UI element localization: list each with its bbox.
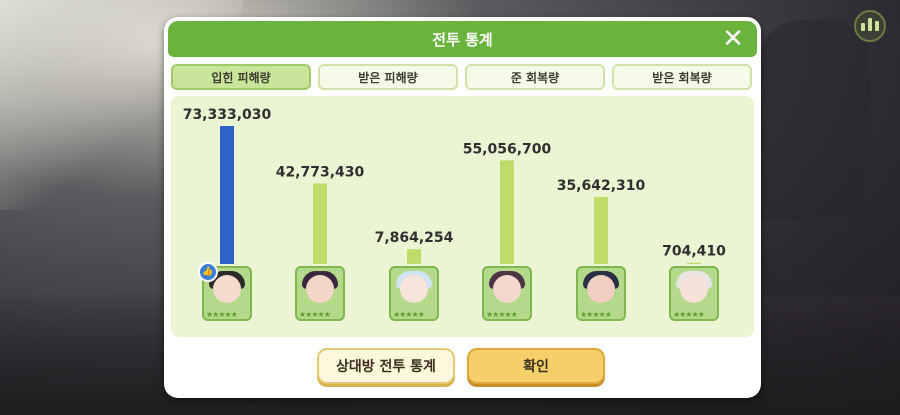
portrait-face <box>400 275 428 303</box>
chart-area: 73,333,030 42,773,430 7,864,254 55,056,700 3… <box>171 96 754 337</box>
character-portrait[interactable]: ★★★★★ <box>576 266 626 321</box>
tab-healing-done[interactable]: 준 회복량 <box>465 64 605 90</box>
battle-stats-panel: 전투 통계 ✕ 입힌 피해량 받은 피해량 준 회복량 받은 회복량 73,33… <box>164 17 761 398</box>
panel-title: 전투 통계 <box>432 30 493 49</box>
portrait-face <box>680 275 708 303</box>
panel-header: 전투 통계 ✕ <box>168 21 757 57</box>
tab-damage-dealt[interactable]: 입힌 피해량 <box>171 64 311 90</box>
bar-chart-icon-bar <box>868 18 872 31</box>
value-label-1: 73,333,030 <box>183 107 272 123</box>
portrait-face <box>306 275 334 303</box>
star-rating: ★★★★★ <box>673 310 705 319</box>
value-label-4: 55,056,700 <box>463 141 552 157</box>
bar-2 <box>313 183 327 264</box>
bar-chart-icon <box>861 23 865 31</box>
confirm-button[interactable]: 확인 <box>467 348 605 384</box>
background-pillar <box>760 20 870 220</box>
stats-button[interactable] <box>854 10 886 42</box>
character-portrait[interactable]: ★★★★★ <box>482 266 532 321</box>
portrait-face <box>587 275 615 303</box>
tab-healing-received[interactable]: 받은 회복량 <box>612 64 752 90</box>
like-icon: 👍 <box>198 262 218 282</box>
bar-5 <box>594 196 608 264</box>
star-rating: ★★★★★ <box>206 310 238 319</box>
star-rating: ★★★★★ <box>580 310 612 319</box>
star-rating: ★★★★★ <box>299 310 331 319</box>
tab-bar: 입힌 피해량 받은 피해량 준 회복량 받은 회복량 <box>171 64 754 92</box>
bar-4 <box>500 160 514 264</box>
damage-chart: 73,333,030 42,773,430 7,864,254 55,056,700 3… <box>183 107 726 264</box>
portrait-face <box>493 275 521 303</box>
portrait-face <box>213 275 241 303</box>
value-label-6: 704,410 <box>662 244 726 260</box>
star-rating: ★★★★★ <box>486 310 518 319</box>
value-label-2: 42,773,430 <box>276 165 365 181</box>
bar-3 <box>407 249 421 264</box>
value-label-5: 35,642,310 <box>557 178 646 194</box>
opponent-stats-button[interactable]: 상대방 전투 통계 <box>317 348 455 384</box>
tab-damage-taken[interactable]: 받은 피해량 <box>318 64 458 90</box>
character-portrait[interactable]: ★★★★★ <box>669 266 719 321</box>
star-rating: ★★★★★ <box>393 310 425 319</box>
character-portrait[interactable]: ★★★★★ <box>295 266 345 321</box>
bar-1 <box>220 126 234 264</box>
character-portrait[interactable]: ★★★★★ <box>389 266 439 321</box>
bar-6 <box>687 262 701 264</box>
close-icon[interactable]: ✕ <box>721 26 745 52</box>
value-label-3: 7,864,254 <box>375 230 454 246</box>
bar-chart-icon-bar <box>875 21 879 31</box>
